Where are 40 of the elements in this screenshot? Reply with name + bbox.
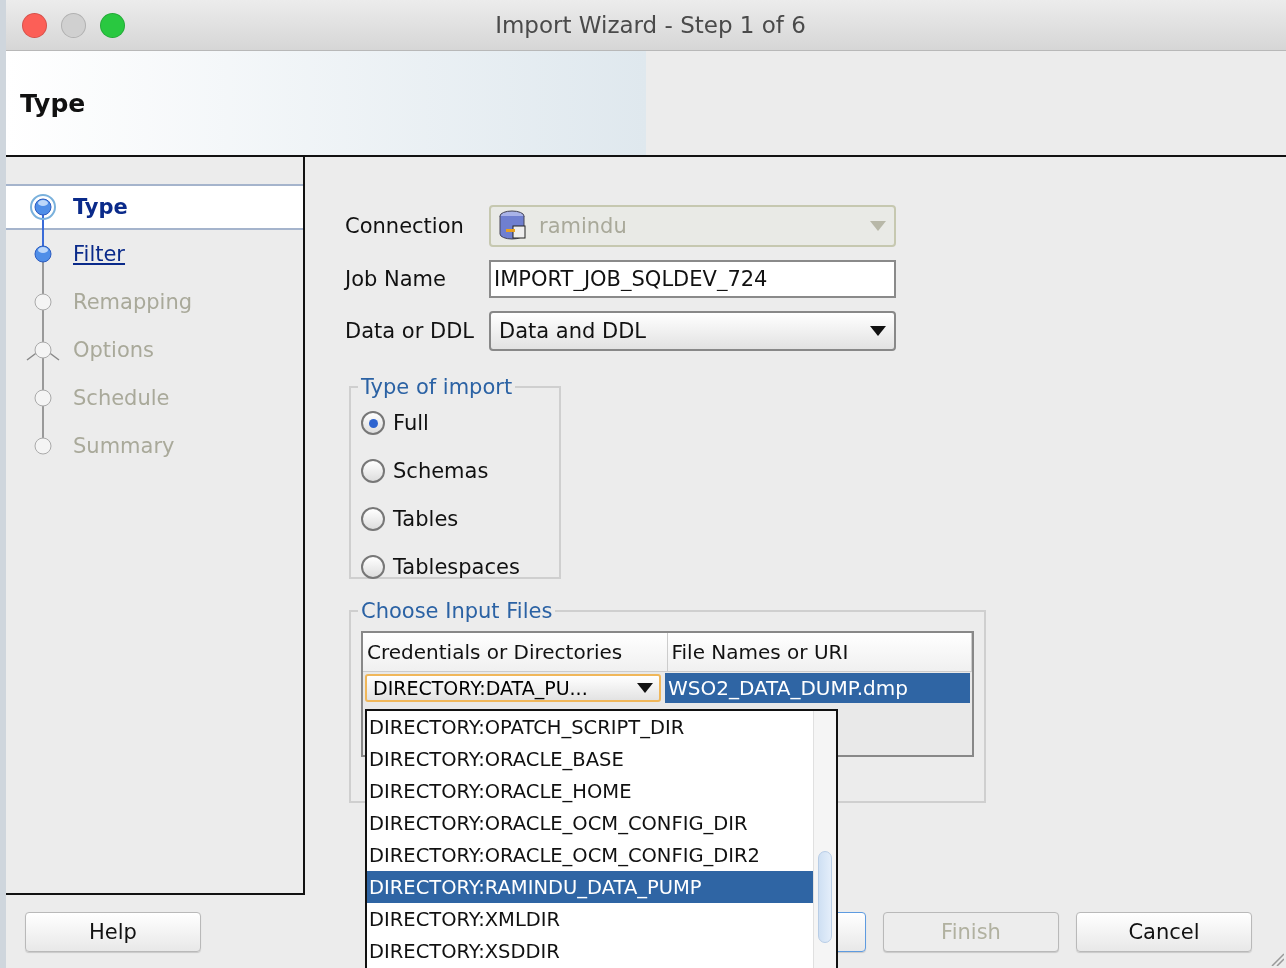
radio-label: Tablespaces bbox=[393, 555, 520, 579]
radio-label: Schemas bbox=[393, 459, 489, 483]
radio-button[interactable] bbox=[361, 411, 385, 435]
cancel-button[interactable]: Cancel bbox=[1076, 911, 1252, 952]
table-cell: WSO2_DATA_DUMP.dmp bbox=[665, 673, 970, 703]
page-title: Type bbox=[20, 88, 86, 118]
caret-icon bbox=[637, 683, 653, 693]
group-title: Type of import bbox=[360, 375, 514, 399]
radio-label: Full bbox=[393, 411, 429, 435]
radio-button[interactable] bbox=[361, 507, 385, 531]
radio-button[interactable] bbox=[361, 459, 385, 483]
radio-label: Tables bbox=[393, 507, 459, 531]
resize-grip-icon[interactable] bbox=[1270, 952, 1284, 966]
group-title: Choose Input Files bbox=[360, 599, 554, 623]
field-label: Job Name bbox=[345, 267, 447, 291]
column-header[interactable]: File Names or URI bbox=[667, 633, 972, 671]
scrollbar[interactable] bbox=[813, 711, 836, 968]
window-title: Import Wizard - Step 1 of 6 bbox=[494, 12, 807, 38]
field-label: Connection bbox=[345, 214, 465, 238]
database-icon bbox=[499, 210, 529, 242]
step-link[interactable]: Filter bbox=[73, 242, 125, 266]
step-link: Options bbox=[73, 338, 155, 362]
caret-icon bbox=[870, 221, 886, 231]
step-link: Schedule bbox=[73, 386, 170, 410]
step-link[interactable]: Type bbox=[73, 195, 128, 219]
minimize-icon bbox=[61, 12, 86, 38]
step-link: Remapping bbox=[73, 290, 193, 314]
zoom-icon[interactable] bbox=[100, 12, 125, 38]
data-or-ddl-dropdown[interactable]: Data and DDL bbox=[489, 311, 896, 351]
column-header[interactable]: Credentials or Directories bbox=[363, 633, 668, 671]
directory-dropdown[interactable]: DIRECTORY:DATA_PU... bbox=[365, 674, 661, 702]
close-icon[interactable] bbox=[22, 12, 47, 38]
job-name-field[interactable]: IMPORT_JOB_SQLDEV_724 bbox=[489, 260, 896, 298]
help-button[interactable]: Help bbox=[25, 911, 201, 952]
dropdown-item[interactable]: DIRECTORY:RAMINDU_DATA_PUMP bbox=[367, 871, 813, 903]
radio-button[interactable] bbox=[361, 555, 385, 579]
step-link: Summary bbox=[73, 434, 175, 458]
field-label: Data or DDL bbox=[345, 319, 475, 343]
caret-icon bbox=[870, 326, 886, 336]
combo-value: ramindu bbox=[539, 214, 628, 238]
